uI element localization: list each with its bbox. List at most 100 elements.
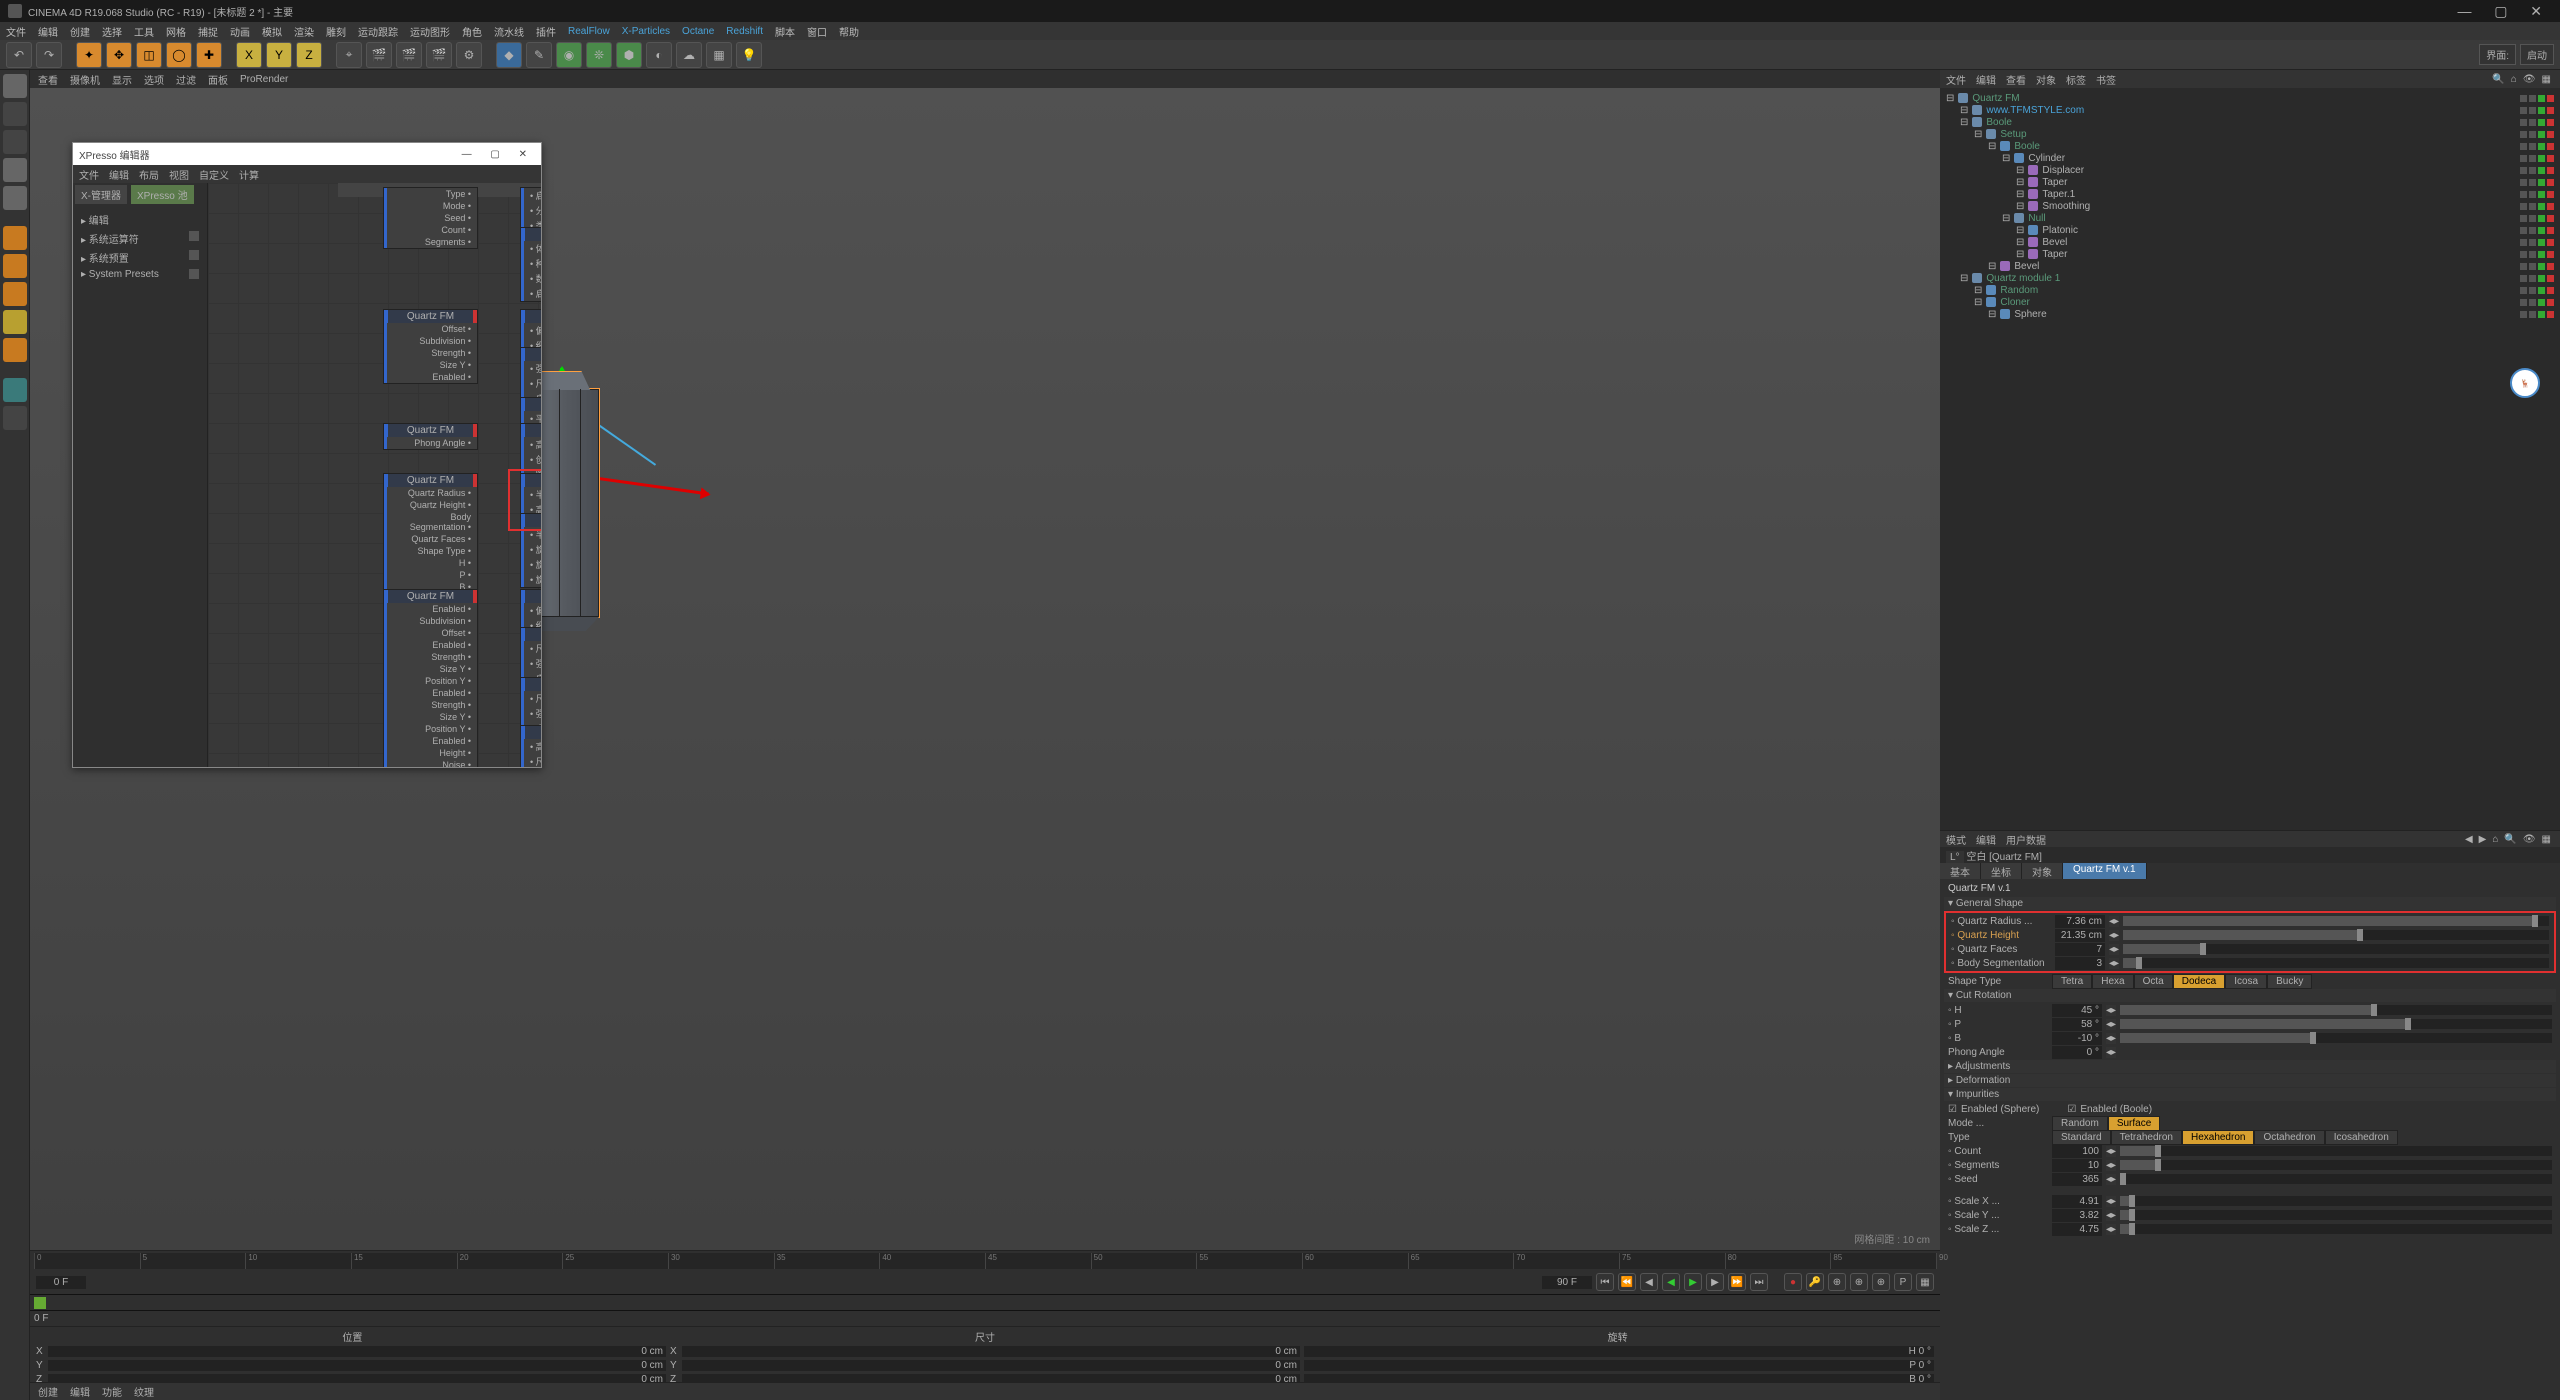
xptree-System Presets[interactable]: ▸ System Presets (77, 267, 203, 282)
shape-Dodeca[interactable]: Dodeca (2173, 974, 2225, 989)
recent-tool[interactable]: ✚ (196, 42, 222, 68)
undo-button[interactable]: ↶ (6, 42, 32, 68)
menu-帮助[interactable]: 帮助 (839, 24, 859, 39)
menu-窗口[interactable]: 窗口 (807, 24, 827, 39)
xpmenu-文件[interactable]: 文件 (79, 167, 99, 182)
xpresso-canvas[interactable]: 群组 Type •Mode •Seed •Count •Segments •• … (208, 183, 541, 767)
vpmenu-过滤[interactable]: 过滤 (176, 72, 196, 87)
frame-start-field[interactable]: 0 F (36, 1276, 86, 1289)
menu-角色[interactable]: 角色 (462, 24, 482, 39)
coord-system-button[interactable]: ⌖ (336, 42, 362, 68)
phong-angle-value[interactable]: 0 ° (2052, 1046, 2102, 1059)
vpmenu-查看[interactable]: 查看 (38, 72, 58, 87)
timeline-track[interactable]: 051015202530354045505560657075808590 (34, 1253, 1936, 1269)
play-forward-button[interactable]: ▶ (1684, 1273, 1702, 1291)
cut-B-slider[interactable] (2120, 1033, 2552, 1043)
shape-Hexa[interactable]: Hexa (2092, 974, 2133, 989)
node-n_cloner[interactable]: Cloner• 体积模式• 种子• 数量• 启用 (520, 227, 541, 302)
vpmenu-摄像机[interactable]: 摄像机 (70, 72, 100, 87)
environment-button[interactable]: ☁ (676, 42, 702, 68)
menu-流水线[interactable]: 流水线 (494, 24, 524, 39)
workplane-mode-icon[interactable] (3, 130, 27, 154)
om-item-Setup[interactable]: ⊟Setup (1946, 128, 2554, 140)
om-item-Sphere[interactable]: ⊟Sphere (1946, 308, 2554, 320)
vpmenu-面板[interactable]: 面板 (208, 72, 228, 87)
xpresso-window[interactable]: XPresso 编辑器 — ▢ ✕ 文件编辑布局视图自定义计算 X-管理器 XP… (72, 142, 542, 768)
gen-Quartz Radius ...-value[interactable]: 7.36 cm (2055, 915, 2105, 928)
status-功能[interactable]: 功能 (102, 1384, 122, 1399)
xpresso-min-button[interactable]: — (454, 149, 480, 160)
shape-Icosa[interactable]: Icosa (2225, 974, 2267, 989)
step-back-button[interactable]: ◀ (1640, 1273, 1658, 1291)
menu-插件[interactable]: 插件 (536, 24, 556, 39)
attrtab-坐标[interactable]: 坐标 (1981, 863, 2022, 879)
gen-Quartz Faces-stepper[interactable]: ◂▸ (2109, 944, 2119, 955)
om-item-Boole[interactable]: ⊟Boole (1946, 140, 2554, 152)
xpresso-tree[interactable]: ▸ 编辑▸ 系统运算符▸ 系统预置▸ System Presets (73, 206, 207, 286)
attrtab-对象[interactable]: 对象 (2022, 863, 2063, 879)
vpmenu-显示[interactable]: 显示 (112, 72, 132, 87)
scale-Scale X ...-stepper[interactable]: ◂▸ (2106, 1196, 2116, 1207)
om-item-Platonic[interactable]: ⊟Platonic (1946, 224, 2554, 236)
ommenu-查看[interactable]: 查看 (2006, 72, 2026, 87)
menu-渲染[interactable]: 渲染 (294, 24, 314, 39)
live-select-tool[interactable]: ✦ (76, 42, 102, 68)
scale-Scale Y ...-value[interactable]: 3.82 (2052, 1209, 2102, 1222)
menu-动画[interactable]: 动画 (230, 24, 250, 39)
menu-网格[interactable]: 网格 (166, 24, 186, 39)
menu-工具[interactable]: 工具 (134, 24, 154, 39)
frame-end-field[interactable]: 90 F (1542, 1276, 1592, 1289)
goto-end-button[interactable]: ⏭ (1750, 1273, 1768, 1291)
scale-Scale Z ...-slider[interactable] (2120, 1224, 2552, 1234)
om-item-Taper[interactable]: ⊟Taper (1946, 176, 2554, 188)
shape-Tetra[interactable]: Tetra (2052, 974, 2092, 989)
cut-H-slider[interactable] (2120, 1005, 2552, 1015)
pen-tool[interactable]: ✎ (526, 42, 552, 68)
imp-Count-stepper[interactable]: ◂▸ (2106, 1146, 2116, 1157)
vpmenu-选项[interactable]: 选项 (144, 72, 164, 87)
imp-Segments-value[interactable]: 10 (2052, 1159, 2102, 1172)
axis-x-toggle[interactable]: X (236, 42, 262, 68)
axis-z-toggle[interactable]: Z (296, 42, 322, 68)
gen-Quartz Faces-value[interactable]: 7 (2055, 943, 2105, 956)
tweak-mode-icon[interactable] (3, 338, 27, 362)
primitive-cube-button[interactable]: ◆ (496, 42, 522, 68)
cut-P-stepper[interactable]: ◂▸ (2106, 1019, 2116, 1030)
type-Icosahedron[interactable]: Icosahedron (2325, 1130, 2398, 1145)
type-Octahedron[interactable]: Octahedron (2254, 1130, 2324, 1145)
key-scale-button[interactable]: ⊕ (1850, 1273, 1868, 1291)
mode-Surface[interactable]: Surface (2108, 1116, 2160, 1131)
ommenu-书签[interactable]: 书签 (2096, 72, 2116, 87)
attrmenu-编辑[interactable]: 编辑 (1976, 832, 1996, 847)
goto-prevkey-button[interactable]: ⏪ (1618, 1273, 1636, 1291)
node-n_user1[interactable]: Type •Mode •Seed •Count •Segments • (383, 187, 478, 249)
axis-y-toggle[interactable]: Y (266, 42, 292, 68)
imp-Segments-stepper[interactable]: ◂▸ (2106, 1160, 2116, 1171)
om-item-Bevel[interactable]: ⊟Bevel (1946, 260, 2554, 272)
step-forward-button[interactable]: ▶ (1706, 1273, 1724, 1291)
om-item-Null[interactable]: ⊟Null (1946, 212, 2554, 224)
xpresso-tab-pool[interactable]: XPresso 池 (131, 185, 194, 204)
menu-Octane[interactable]: Octane (682, 26, 714, 37)
imp-Seed-slider[interactable] (2120, 1174, 2552, 1184)
key-param-button[interactable]: P (1894, 1273, 1912, 1291)
autokey-button[interactable]: 🔑 (1806, 1273, 1824, 1291)
edge-mode-icon[interactable] (3, 254, 27, 278)
key-pla-button[interactable]: ▦ (1916, 1273, 1934, 1291)
texture-mode-icon[interactable] (3, 102, 27, 126)
ommenu-文件[interactable]: 文件 (1946, 72, 1966, 87)
key-pos-button[interactable]: ⊕ (1828, 1273, 1846, 1291)
xpmenu-编辑[interactable]: 编辑 (109, 167, 129, 182)
cut-P-slider[interactable] (2120, 1019, 2552, 1029)
gen-Body Segmentation-value[interactable]: 3 (2055, 957, 2105, 970)
imp-Seed-stepper[interactable]: ◂▸ (2106, 1174, 2116, 1185)
xpmenu-计算[interactable]: 计算 (239, 167, 259, 182)
imp-Segments-slider[interactable] (2120, 1160, 2552, 1170)
subdiv-button[interactable]: ❊ (586, 42, 612, 68)
om-item-Quartz module 1[interactable]: ⊟Quartz module 1 (1946, 272, 2554, 284)
scale-Scale Z ...-value[interactable]: 4.75 (2052, 1223, 2102, 1236)
play-back-button[interactable]: ◀ (1662, 1273, 1680, 1291)
ommenu-编辑[interactable]: 编辑 (1976, 72, 1996, 87)
menu-模拟[interactable]: 模拟 (262, 24, 282, 39)
status-纹理[interactable]: 纹理 (134, 1384, 154, 1399)
